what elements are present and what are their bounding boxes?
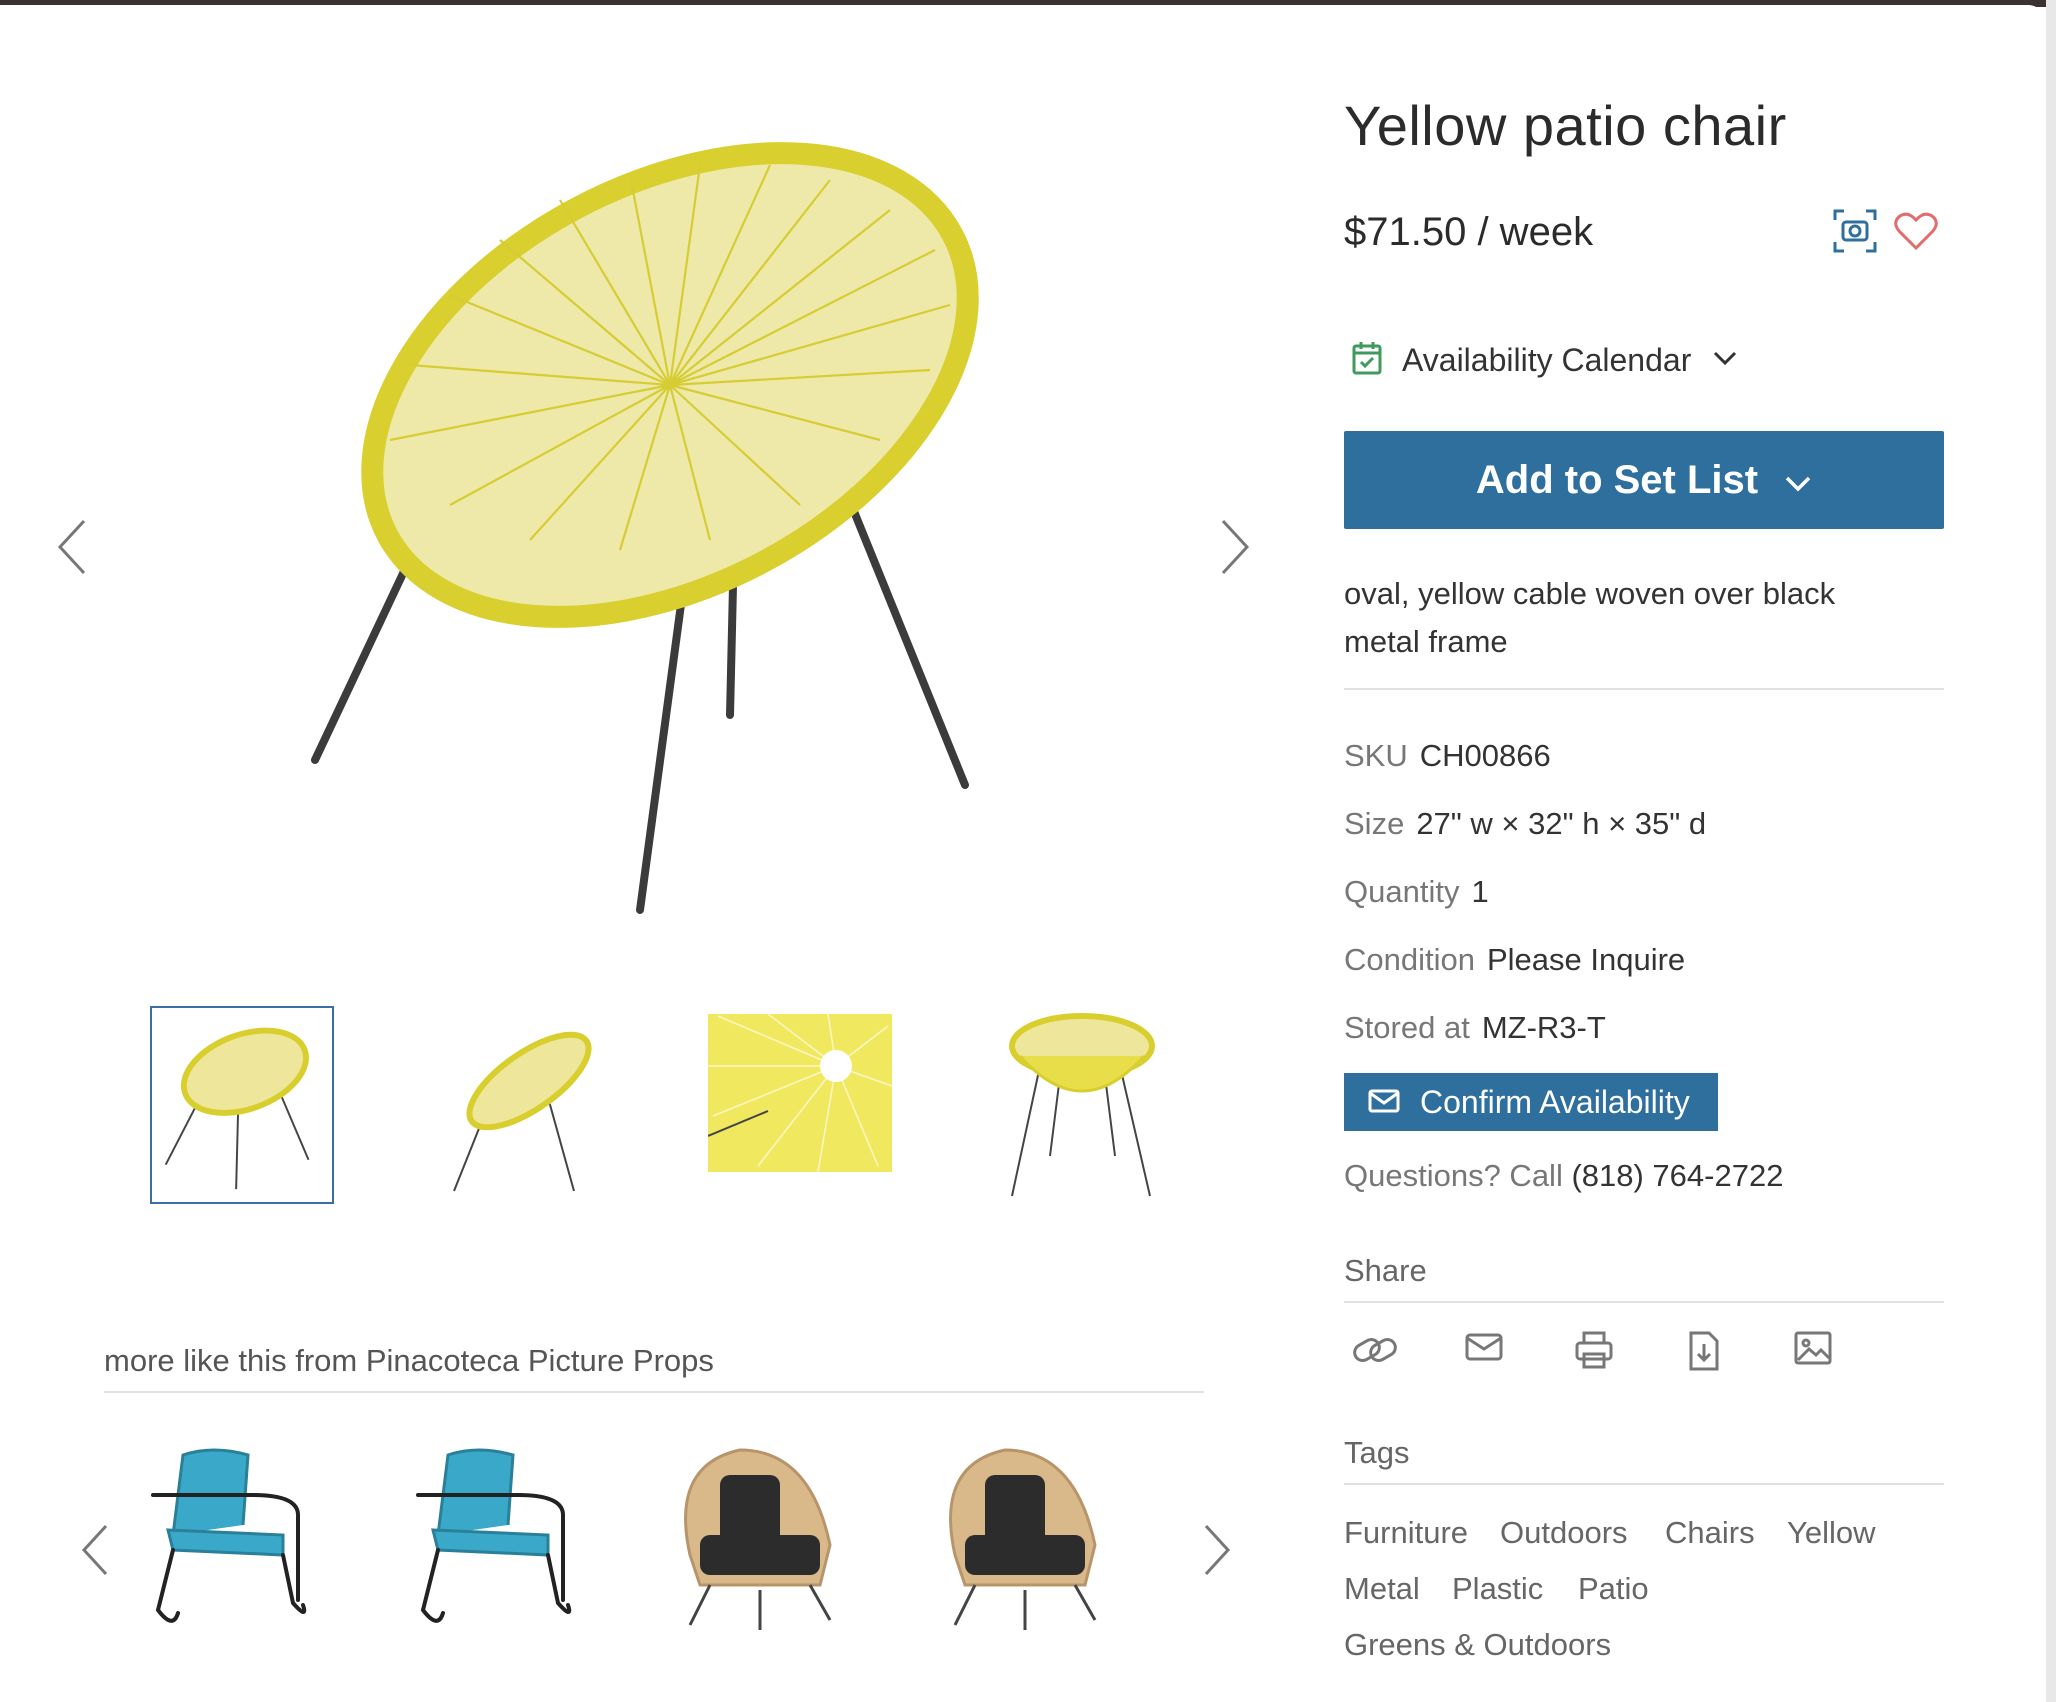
next-image-arrow[interactable] <box>1215 517 1255 577</box>
chevron-down-icon <box>1713 350 1737 371</box>
tag-furniture[interactable]: Furniture <box>1344 1515 1468 1551</box>
tag-patio[interactable]: Patio <box>1578 1571 1649 1607</box>
spec-value: CH00866 <box>1419 738 1551 773</box>
divider <box>104 1391 1204 1393</box>
calendar-icon <box>1352 341 1382 380</box>
tags-heading: Tags <box>1344 1435 1410 1470</box>
product-modal: more like this from Pinacoteca Picture P… <box>0 5 2046 1702</box>
image-thumbnail-2[interactable] <box>424 1006 608 1204</box>
questions-prefix: Questions? Call <box>1344 1158 1572 1193</box>
tag-outdoors[interactable]: Outdoors <box>1500 1515 1628 1551</box>
divider <box>1344 1301 1944 1303</box>
email-icon[interactable] <box>1464 1330 1504 1369</box>
tag-metal[interactable]: Metal <box>1344 1571 1420 1607</box>
confirm-availability-button[interactable]: Confirm Availability <box>1344 1073 1718 1131</box>
spec-condition: Condition Please Inquire <box>1344 942 1685 978</box>
add-to-set-list-label: Add to Set List <box>1475 457 1759 502</box>
image-thumbnail-1[interactable] <box>150 1006 334 1204</box>
add-to-set-list-button[interactable]: Add to Set List <box>1344 431 1944 529</box>
spec-value: Please Inquire <box>1486 942 1686 977</box>
tag-chairs[interactable]: Chairs <box>1665 1515 1755 1551</box>
related-next-arrow[interactable] <box>1200 1522 1236 1578</box>
product-title: Yellow patio chair <box>1344 94 1787 157</box>
divider <box>1344 688 1944 690</box>
spec-key: Condition <box>1344 942 1475 977</box>
divider <box>1344 1483 1944 1485</box>
print-icon[interactable] <box>1574 1330 1614 1375</box>
related-prev-arrow[interactable] <box>76 1522 112 1578</box>
tag-greens-outdoors[interactable]: Greens & Outdoors <box>1344 1627 1611 1663</box>
image-thumbnail-3[interactable] <box>708 1006 892 1204</box>
tag-plastic[interactable]: Plastic <box>1452 1571 1543 1607</box>
spec-size: Size 27" w × 32" h × 35" d <box>1344 806 1706 842</box>
image-icon[interactable] <box>1793 1330 1833 1371</box>
heart-icon[interactable] <box>1894 211 1938 256</box>
product-price: $71.50 / week <box>1344 210 1594 254</box>
chevron-down-icon <box>1784 458 1812 503</box>
spec-value: MZ-R3-T <box>1481 1010 1606 1045</box>
spec-value: 27" w × 32" h × 35" d <box>1416 806 1707 841</box>
availability-calendar-label: Availability Calendar <box>1402 342 1692 378</box>
share-heading: Share <box>1344 1253 1427 1288</box>
spec-stored-at: Stored at MZ-R3-T <box>1344 1010 1606 1046</box>
availability-calendar-toggle[interactable]: Availability Calendar <box>1352 341 1737 380</box>
confirm-availability-label: Confirm Availability <box>1420 1083 1690 1120</box>
spec-sku: SKU CH00866 <box>1344 738 1551 774</box>
spec-key: Quantity <box>1344 874 1460 909</box>
download-icon[interactable] <box>1688 1330 1720 1377</box>
spec-quantity: Quantity 1 <box>1344 874 1489 910</box>
prev-image-arrow[interactable] <box>52 517 92 577</box>
questions-line: Questions? Call (818) 764-2722 <box>1344 1158 1783 1194</box>
spec-value: 1 <box>1471 874 1489 909</box>
link-icon[interactable] <box>1352 1330 1398 1375</box>
related-section-title: more like this from Pinacoteca Picture P… <box>104 1343 714 1378</box>
spec-key: Size <box>1344 806 1405 841</box>
backdrop-edge <box>2046 0 2056 1702</box>
spec-key: SKU <box>1344 738 1408 773</box>
product-description: oval, yellow cable woven over black meta… <box>1344 576 1836 659</box>
related-item-4[interactable] <box>925 1435 1125 1635</box>
tag-yellow[interactable]: Yellow <box>1787 1515 1875 1551</box>
phone-link[interactable]: (818) 764-2722 <box>1571 1158 1783 1193</box>
image-thumbnail-4[interactable] <box>990 1006 1174 1204</box>
main-product-image <box>240 80 1290 930</box>
camera-scan-icon[interactable] <box>1832 208 1878 259</box>
envelope-icon <box>1368 1084 1400 1121</box>
related-item-1[interactable] <box>133 1435 333 1635</box>
related-item-3[interactable] <box>660 1435 860 1635</box>
spec-key: Stored at <box>1344 1010 1470 1045</box>
related-item-2[interactable] <box>398 1435 598 1635</box>
